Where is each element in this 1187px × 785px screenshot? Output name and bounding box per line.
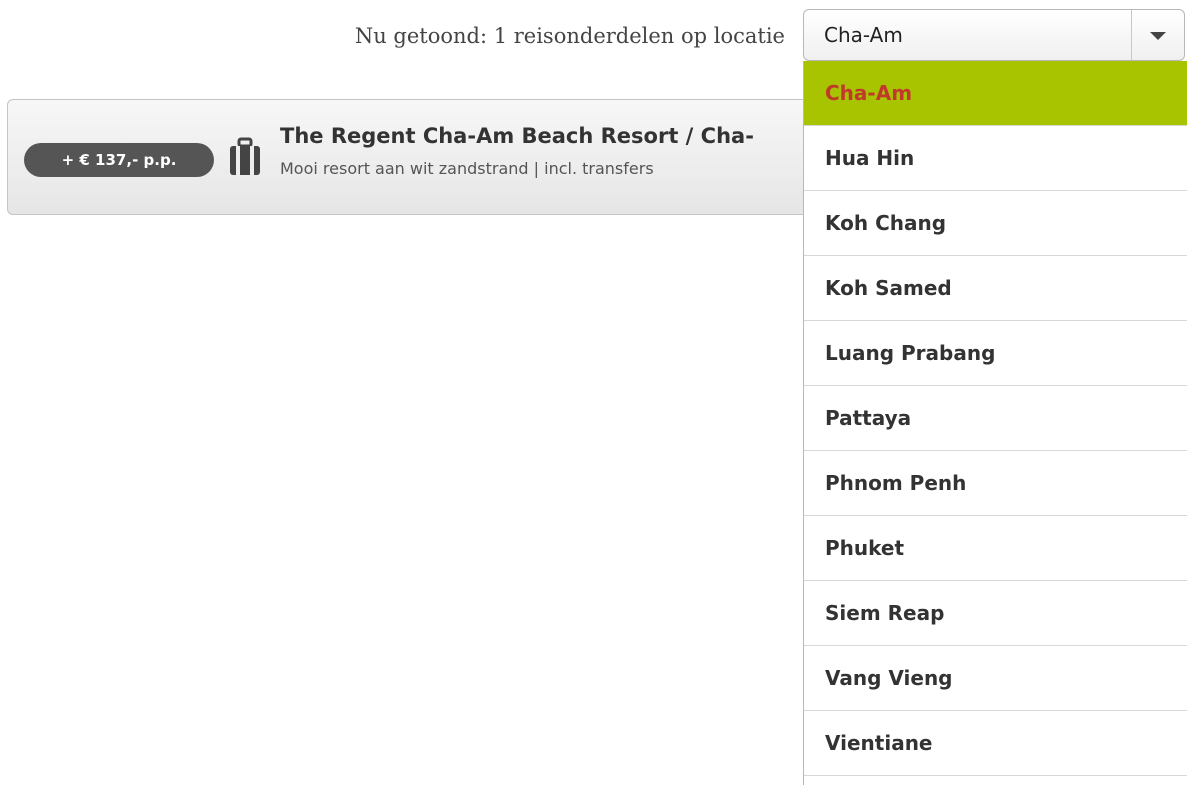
location-filter-label: Nu getoond: 1 reisonderdelen op locatie bbox=[354, 24, 785, 48]
chevron-down-icon[interactable] bbox=[1131, 10, 1184, 60]
dropdown-option-luang-prabang[interactable]: Luang Prabang bbox=[804, 321, 1187, 386]
dropdown-option-koh-samed[interactable]: Koh Samed bbox=[804, 256, 1187, 321]
result-card[interactable]: + € 137,- p.p. The Regent Cha-Am Beach R… bbox=[7, 99, 887, 215]
result-title[interactable]: The Regent Cha-Am Beach Resort / Cha- bbox=[280, 124, 754, 148]
price-badge: + € 137,- p.p. bbox=[24, 143, 214, 177]
dropdown-option-phuket[interactable]: Phuket bbox=[804, 516, 1187, 581]
page: Nu getoond: 1 reisonderdelen op locatie … bbox=[0, 0, 1187, 785]
location-dropdown-list: Cha-Am Hua Hin Koh Chang Koh Samed Luang… bbox=[803, 61, 1187, 785]
dropdown-option-pattaya[interactable]: Pattaya bbox=[804, 386, 1187, 451]
dropdown-option-hua-hin[interactable]: Hua Hin bbox=[804, 126, 1187, 191]
dropdown-option-cha-am[interactable]: Cha-Am bbox=[804, 61, 1187, 126]
suitcase-icon bbox=[230, 137, 260, 175]
dropdown-option-koh-chang[interactable]: Koh Chang bbox=[804, 191, 1187, 256]
location-select-value: Cha-Am bbox=[824, 23, 903, 47]
result-subtitle: Mooi resort aan wit zandstrand | incl. t… bbox=[280, 159, 654, 178]
location-select[interactable]: Cha-Am bbox=[803, 9, 1185, 61]
dropdown-option-vientiane[interactable]: Vientiane bbox=[804, 711, 1187, 776]
dropdown-option-phnom-penh[interactable]: Phnom Penh bbox=[804, 451, 1187, 516]
dropdown-option-siem-reap[interactable]: Siem Reap bbox=[804, 581, 1187, 646]
dropdown-option-vang-vieng[interactable]: Vang Vieng bbox=[804, 646, 1187, 711]
